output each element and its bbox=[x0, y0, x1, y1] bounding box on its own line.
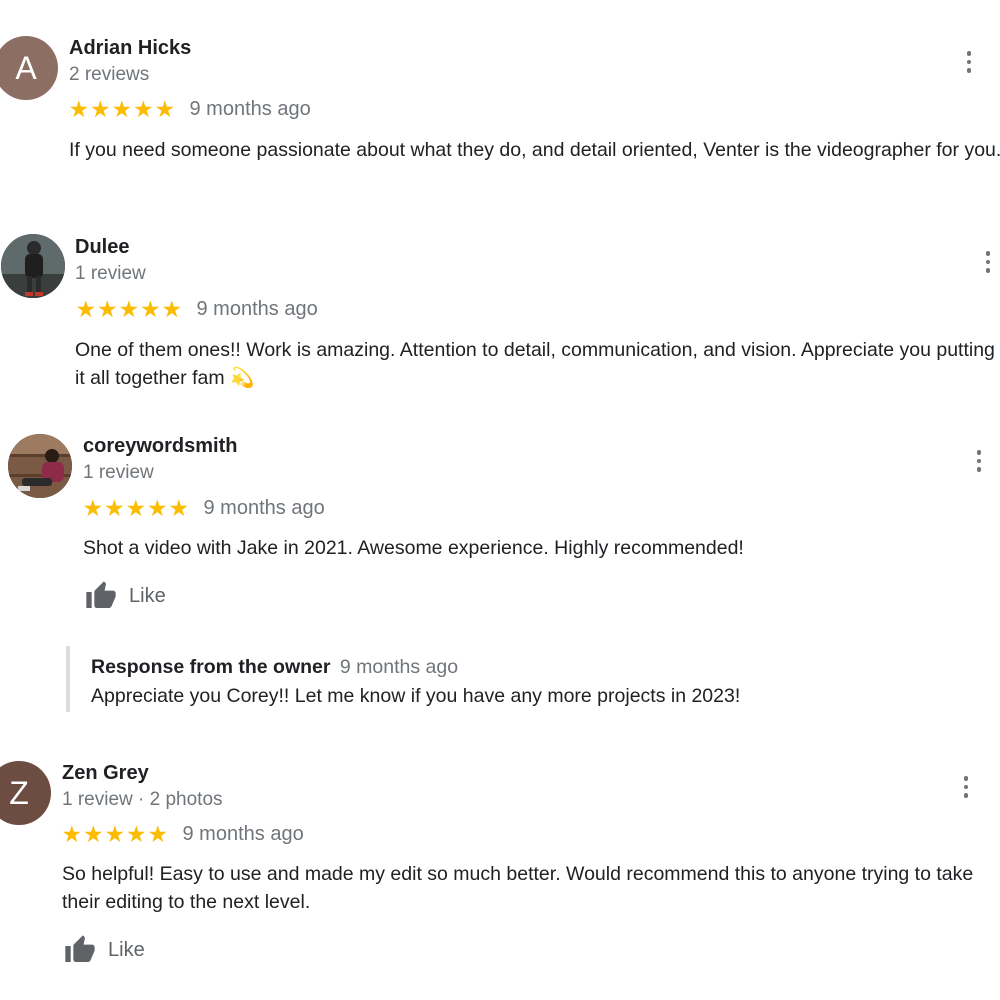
avatar-photo bbox=[1, 234, 65, 298]
rating-row: ★ ★ ★ ★ ★ 9 months ago bbox=[75, 296, 318, 322]
response-header: Response from the owner 9 months ago bbox=[91, 656, 458, 679]
star-icon: ★ bbox=[75, 296, 97, 322]
reviewer-name[interactable]: Zen Grey bbox=[62, 762, 149, 785]
dizzy-emoji: 💫 bbox=[230, 367, 255, 389]
star-icon: ★ bbox=[125, 821, 147, 847]
star-icon: ★ bbox=[82, 821, 104, 847]
star-icon: ★ bbox=[147, 821, 169, 847]
star-icon: ★ bbox=[118, 296, 140, 322]
rating-row: ★ ★ ★ ★ ★ 9 months ago bbox=[82, 495, 325, 521]
avatar[interactable]: Z bbox=[0, 761, 51, 825]
like-button[interactable]: Like bbox=[83, 580, 166, 612]
rating-row: ★ ★ ★ ★ ★ 9 months ago bbox=[61, 821, 304, 847]
review-card: coreywordsmith 1 review ★ ★ ★ ★ ★ 9 months a… bbox=[0, 400, 1000, 740]
review-card: Dulee 1 review ★ ★ ★ ★ ★ 9 months ago One of… bbox=[0, 200, 1000, 400]
avatar[interactable] bbox=[1, 234, 65, 298]
star-icon: ★ bbox=[111, 96, 133, 122]
avatar-photo bbox=[8, 434, 72, 498]
review-date: 9 months ago bbox=[189, 98, 311, 120]
reviewer-name[interactable]: Adrian Hicks bbox=[69, 37, 191, 60]
reviewer-meta[interactable]: 1 review bbox=[83, 462, 154, 484]
review-card: Z Zen Grey 1 review · 2 photos ★ ★ ★ ★ ★ 9 m… bbox=[0, 740, 1000, 1000]
like-button[interactable]: Like bbox=[62, 934, 145, 966]
review-card: A Adrian Hicks 2 reviews ★ ★ ★ ★ ★ 9 months … bbox=[0, 0, 1000, 200]
avatar[interactable]: A bbox=[0, 36, 58, 100]
review-text: If you need someone passionate about wha… bbox=[69, 139, 1000, 161]
review-text: One of them ones!! Work is amazing. Atte… bbox=[75, 336, 1000, 392]
rating-row: ★ ★ ★ ★ ★ 9 months ago bbox=[68, 96, 311, 122]
avatar[interactable] bbox=[8, 434, 72, 498]
review-text: So helpful! Easy to use and made my edit… bbox=[62, 863, 974, 913]
response-text: Appreciate you Corey!! Let me know if yo… bbox=[91, 685, 741, 707]
review-text: Shot a video with Jake in 2021. Awesome … bbox=[83, 537, 744, 559]
star-icon: ★ bbox=[89, 96, 111, 122]
owner-response: Response from the owner 9 months ago App… bbox=[66, 646, 970, 712]
star-icon: ★ bbox=[68, 96, 90, 122]
star-icon: ★ bbox=[125, 495, 147, 521]
like-label: Like bbox=[129, 584, 166, 607]
response-date: 9 months ago bbox=[339, 656, 459, 678]
star-icon: ★ bbox=[132, 96, 154, 122]
reviewer-meta[interactable]: 1 review bbox=[75, 263, 146, 285]
star-icon: ★ bbox=[96, 296, 118, 322]
avatar-initial: A bbox=[15, 49, 37, 86]
star-icon: ★ bbox=[146, 495, 168, 521]
response-label: Response from the owner bbox=[91, 656, 331, 678]
star-icon: ★ bbox=[161, 296, 183, 322]
like-label: Like bbox=[108, 938, 145, 961]
review-text-content: One of them ones!! Work is amazing. Atte… bbox=[75, 339, 995, 389]
more-vert-icon[interactable] bbox=[959, 51, 979, 73]
reviewer-meta[interactable]: 2 reviews bbox=[69, 64, 149, 86]
thumb-up-icon bbox=[86, 581, 116, 608]
star-icon: ★ bbox=[103, 495, 125, 521]
more-vert-icon[interactable] bbox=[969, 450, 989, 472]
star-icon: ★ bbox=[104, 821, 126, 847]
star-icon: ★ bbox=[61, 821, 83, 847]
review-date: 9 months ago bbox=[196, 298, 318, 320]
star-icon: ★ bbox=[82, 495, 104, 521]
reviewer-name[interactable]: coreywordsmith bbox=[83, 435, 237, 458]
star-icon: ★ bbox=[168, 495, 190, 521]
avatar-initial: Z bbox=[9, 774, 29, 811]
thumb-up-icon bbox=[65, 935, 95, 962]
reviewer-meta[interactable]: 1 review · 2 photos bbox=[62, 789, 223, 811]
more-vert-icon[interactable] bbox=[978, 251, 998, 273]
reviewer-name[interactable]: Dulee bbox=[75, 236, 129, 259]
star-icon: ★ bbox=[139, 296, 161, 322]
review-date: 9 months ago bbox=[203, 497, 325, 519]
star-icon: ★ bbox=[154, 96, 176, 122]
more-vert-icon[interactable] bbox=[956, 776, 976, 798]
review-date: 9 months ago bbox=[182, 823, 304, 845]
